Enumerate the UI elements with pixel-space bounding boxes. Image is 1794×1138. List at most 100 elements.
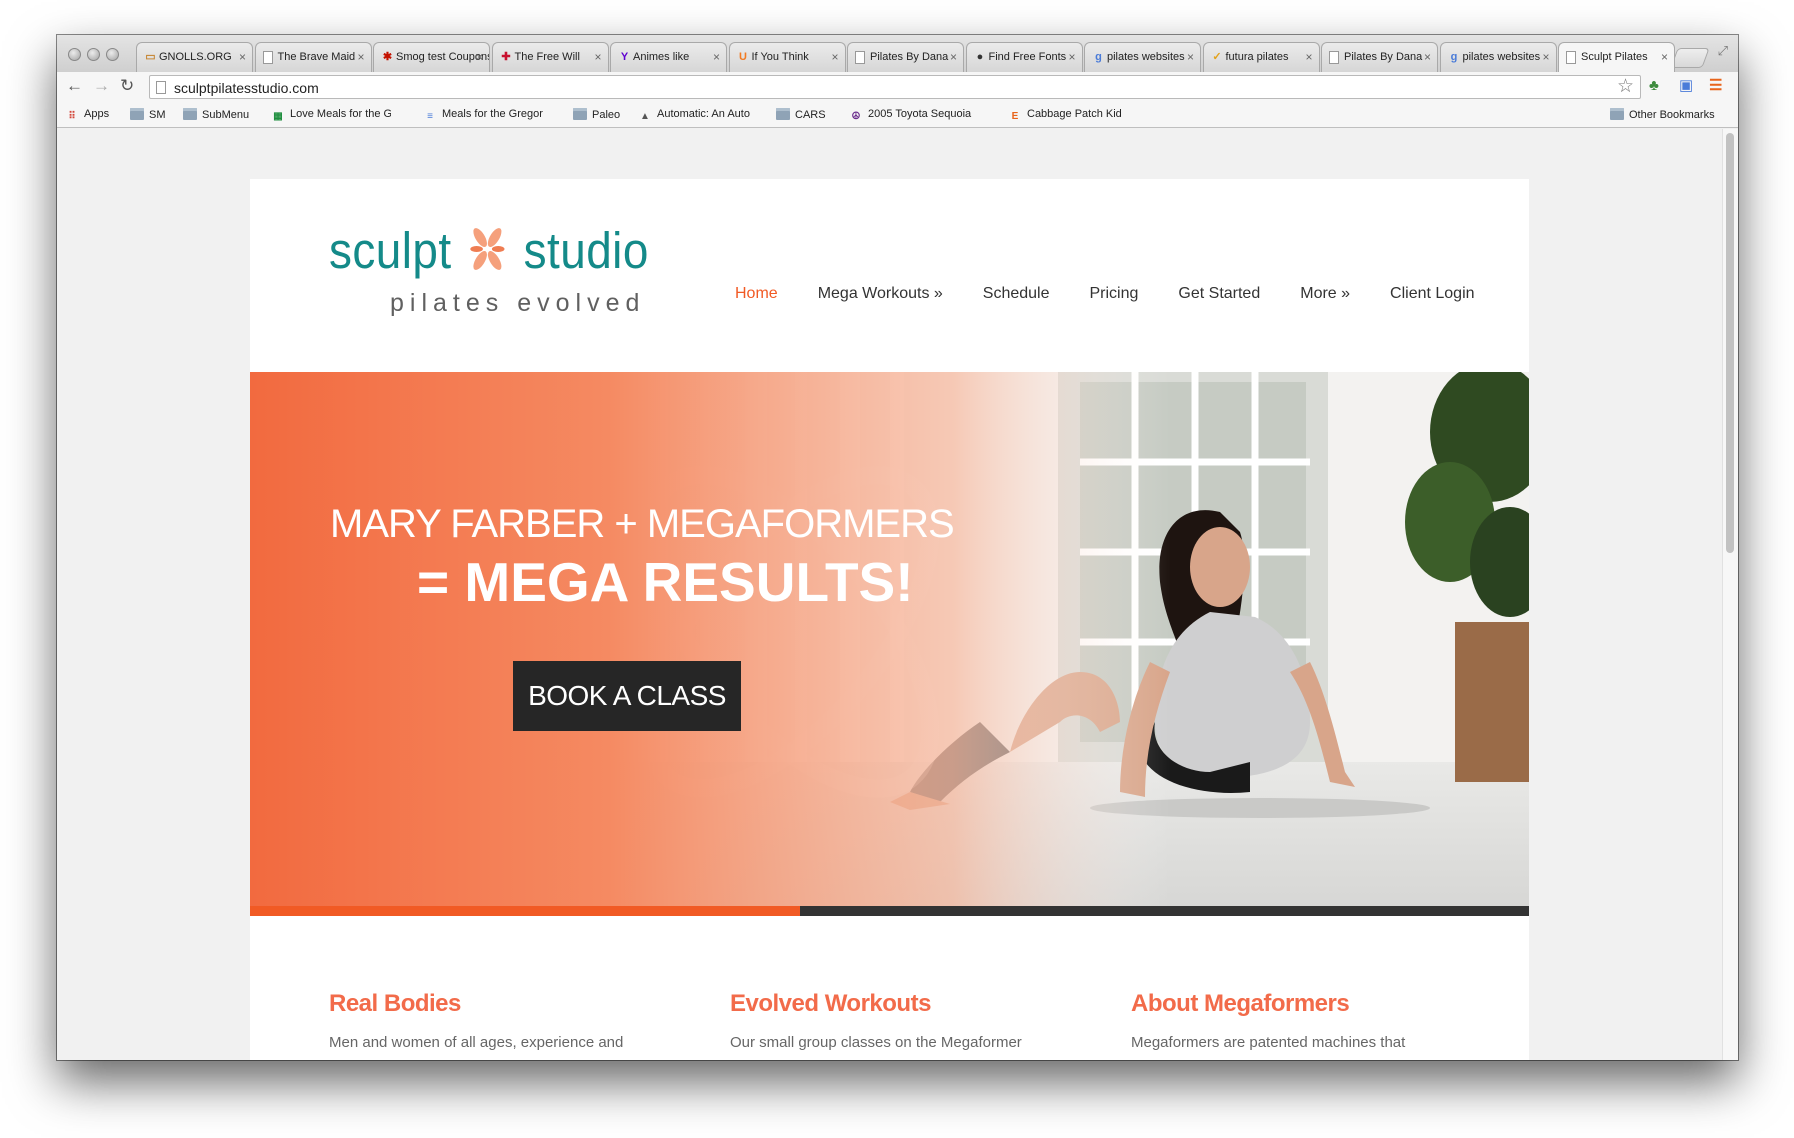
page-icon <box>855 51 865 64</box>
nav-item-mega-workouts[interactable]: Mega Workouts » <box>798 285 963 303</box>
browser-tab[interactable]: ✱ Smog test Coupons × <box>373 42 490 72</box>
folder-icon <box>183 108 197 120</box>
yahoo-icon: Y <box>620 51 629 63</box>
new-tab-button[interactable] <box>1670 48 1710 68</box>
bookmarks-bar: ⠿ Apps SM SubMenu ▦ Love Meals for the Gregor… <box>57 102 1738 128</box>
browser-tab[interactable]: Pilates By Dana × <box>1321 42 1438 72</box>
tab-close-icon[interactable]: × <box>1542 43 1549 72</box>
site-logo[interactable]: sculpt studio <box>329 221 649 280</box>
bookmark-item[interactable]: CARS <box>776 108 826 122</box>
page-scrollbar[interactable] <box>1722 129 1738 1060</box>
bookmark-item[interactable]: E Cabbage Patch Kid <box>1008 108 1128 123</box>
nav-item-get-started[interactable]: Get Started <box>1158 285 1280 303</box>
tab-close-icon[interactable]: × <box>1424 43 1431 72</box>
bookmark-label: Cabbage Patch Kid <box>1027 108 1122 120</box>
tab-strip: ▭ GNOLLS.ORG × The Brave Maid × ✱ Smog test Co… <box>57 35 1738 72</box>
browser-tab[interactable]: ● Find Free Fonts × <box>965 42 1083 72</box>
extension-icon[interactable]: ♣ <box>1649 77 1659 95</box>
bookmark-item[interactable]: ▲ Automatic: An Auto <box>638 108 758 123</box>
nav-item-schedule[interactable]: Schedule <box>963 285 1070 303</box>
page-viewport: sculpt studio pilates evolved Home Mega W… <box>57 129 1722 1060</box>
tab-close-icon[interactable]: × <box>1661 43 1668 72</box>
reload-button[interactable]: ↻ <box>120 76 134 96</box>
feature-evolved-workouts: Evolved Workouts Our small group classes… <box>730 990 1050 1051</box>
minimize-window-button[interactable] <box>87 48 100 61</box>
tab-close-icon[interactable]: × <box>594 43 601 72</box>
tab-close-icon[interactable]: × <box>476 43 483 72</box>
main-nav: Home Mega Workouts » Schedule Pricing Get St… <box>715 285 1495 303</box>
back-button[interactable]: ← <box>66 76 83 96</box>
nav-item-client-login[interactable]: Client Login <box>1370 285 1495 303</box>
logo-flower-icon <box>470 228 505 270</box>
automatic-icon: ▲ <box>640 111 650 122</box>
book-class-button[interactable]: BOOK A CLASS <box>513 661 741 731</box>
tab-title: If You Think <box>751 51 809 63</box>
hero-photo <box>250 372 1529 906</box>
tab-close-icon[interactable]: × <box>1305 43 1312 72</box>
bookmark-label: 2005 Toyota Sequoia <box>868 108 972 120</box>
nav-item-home[interactable]: Home <box>715 285 798 303</box>
bookmark-item[interactable]: ≡ Meals for the Gregory <box>423 108 543 123</box>
logo-word-studio: studio <box>523 222 649 279</box>
tab-title: Pilates By Dana <box>870 51 949 63</box>
forward-button[interactable]: → <box>93 76 110 96</box>
browser-tab[interactable]: U If You Think × <box>728 42 846 72</box>
feature-text: Men and women of all ages, experience an… <box>329 1034 624 1051</box>
sheets-icon: ▦ <box>273 111 283 122</box>
bookmark-item[interactable]: ☮ 2005 Toyota Sequoia <box>849 108 972 123</box>
bookmark-star-icon[interactable]: ☆ <box>1617 76 1634 98</box>
tab-close-icon[interactable]: × <box>1068 43 1075 72</box>
bookmark-label: Automatic: An Auto <box>657 108 750 120</box>
browser-tab[interactable]: g pilates websites × <box>1084 42 1201 72</box>
tab-title: Sculpt Pilates <box>1581 51 1648 63</box>
bookmark-item[interactable]: ▦ Love Meals for the Gregory <box>271 108 391 123</box>
browser-toolbar: ← → ↻ sculptpilatesstudio.com ☆ ♣ ▣ ☰ <box>57 72 1738 102</box>
tab-close-icon[interactable]: × <box>713 43 720 72</box>
bookmark-item[interactable]: SM <box>130 108 166 122</box>
tab-close-icon[interactable]: × <box>1187 43 1194 72</box>
other-bookmarks[interactable]: Other Bookmarks <box>1610 108 1715 122</box>
bookmark-label: Paleo <box>592 109 621 121</box>
slider-progress-bar <box>250 906 1529 916</box>
browser-tab[interactable]: Pilates By Dana × <box>847 42 964 72</box>
bookmark-item[interactable]: Paleo <box>573 108 620 122</box>
page-icon <box>156 81 166 94</box>
extension-screen-icon[interactable]: ▣ <box>1679 77 1693 95</box>
tab-title: pilates websites <box>1462 51 1541 63</box>
folder-icon <box>776 108 790 120</box>
tab-close-icon[interactable]: × <box>239 43 246 72</box>
nav-item-pricing[interactable]: Pricing <box>1070 285 1159 303</box>
tab-close-icon[interactable]: × <box>357 43 364 72</box>
feature-title: About Megaformers <box>1131 990 1350 1017</box>
browser-tab[interactable]: ✚ The Free Will × <box>491 42 609 72</box>
menu-icon[interactable]: ☰ <box>1709 77 1722 95</box>
check-icon: ✓ <box>1212 51 1222 63</box>
close-window-button[interactable] <box>68 48 81 61</box>
browser-tab[interactable]: Sculpt Pilates × <box>1558 42 1675 72</box>
bookmark-item[interactable]: SubMenu <box>183 108 249 122</box>
zoom-window-button[interactable] <box>106 48 119 61</box>
tab-title: Find Free Fonts <box>988 51 1067 63</box>
apps-grid-icon: ⠿ <box>68 111 76 122</box>
tab-close-icon[interactable]: × <box>831 43 838 72</box>
folder-icon <box>1610 108 1624 120</box>
tab-close-icon[interactable]: × <box>950 43 957 72</box>
browser-tab[interactable]: The Brave Maid × <box>254 42 372 72</box>
logo-tagline: pilates evolved <box>390 289 646 317</box>
docs-icon: ≡ <box>427 111 433 122</box>
scrollbar-thumb[interactable] <box>1726 133 1734 553</box>
browser-tab[interactable]: Y Animes like × <box>610 42 727 72</box>
browser-tab[interactable]: g pilates websites × <box>1439 42 1557 72</box>
address-bar[interactable]: sculptpilatesstudio.com ☆ <box>149 75 1641 99</box>
tab-title: Pilates By Dana <box>1344 51 1423 63</box>
up-icon: U <box>739 51 747 63</box>
logo-word-sculpt: sculpt <box>329 222 452 279</box>
bookmark-label: Love Meals for the Gregory <box>290 108 391 120</box>
bookmark-item[interactable]: ⠿ Apps <box>65 108 109 123</box>
fullscreen-icon[interactable]: ⤢ <box>1718 43 1728 59</box>
browser-tab[interactable]: ▭ GNOLLS.ORG × <box>136 42 253 72</box>
nav-item-more[interactable]: More » <box>1280 285 1370 303</box>
peace-icon: ☮ <box>851 111 861 122</box>
browser-tab[interactable]: ✓ futura pilates × <box>1202 42 1320 72</box>
etsy-icon: E <box>1011 111 1019 122</box>
